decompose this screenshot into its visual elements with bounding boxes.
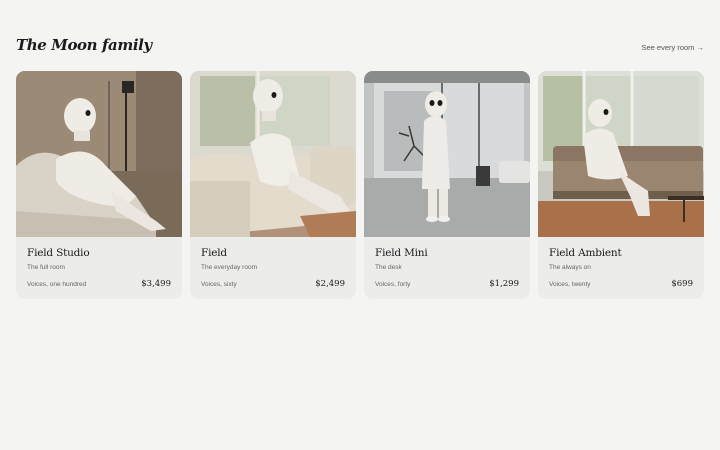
see-every-room-link[interactable]: See every room → xyxy=(641,43,704,52)
card-info: Field Ambient The always on Voices, twen… xyxy=(538,237,704,299)
product-voices: Voices, sixty xyxy=(201,281,237,288)
product-price: $1,299 xyxy=(489,279,519,289)
card-info: Field The everyday room Voices, sixty $2… xyxy=(190,237,356,299)
product-subtitle: The always on xyxy=(549,264,591,271)
card-info: Field Mini The desk Voices, forty $1,299 xyxy=(364,237,530,299)
product-voices: Voices, forty xyxy=(375,281,411,288)
product-subtitle: The everyday room xyxy=(201,264,257,271)
product-photo xyxy=(538,71,704,237)
section-header: The Moon family See every room → xyxy=(16,36,704,54)
product-price: $3,499 xyxy=(141,279,171,289)
product-photo xyxy=(364,71,530,237)
product-voices: Voices, twenty xyxy=(549,281,591,288)
card-info: Field Studio The full room Voices, one h… xyxy=(16,237,182,299)
product-subtitle: The desk xyxy=(375,264,402,271)
product-name: Field xyxy=(201,247,227,259)
product-grid: Field Studio The full room Voices, one h… xyxy=(16,71,704,299)
product-card-field-studio[interactable]: Field Studio The full room Voices, one h… xyxy=(16,71,182,299)
product-card-field-mini[interactable]: Field Mini The desk Voices, forty $1,299 xyxy=(364,71,530,299)
product-photo xyxy=(190,71,356,237)
product-card-field-ambient[interactable]: Field Ambient The always on Voices, twen… xyxy=(538,71,704,299)
product-photo xyxy=(16,71,182,237)
product-subtitle: The full room xyxy=(27,264,65,271)
product-price: $2,499 xyxy=(315,279,345,289)
product-price: $699 xyxy=(671,279,693,289)
product-name: Field Mini xyxy=(375,247,428,259)
product-card-field[interactable]: Field The everyday room Voices, sixty $2… xyxy=(190,71,356,299)
product-name: Field Ambient xyxy=(549,247,622,259)
product-name: Field Studio xyxy=(27,247,90,259)
product-voices: Voices, one hundred xyxy=(27,281,87,288)
page-title: The Moon family xyxy=(16,36,152,54)
